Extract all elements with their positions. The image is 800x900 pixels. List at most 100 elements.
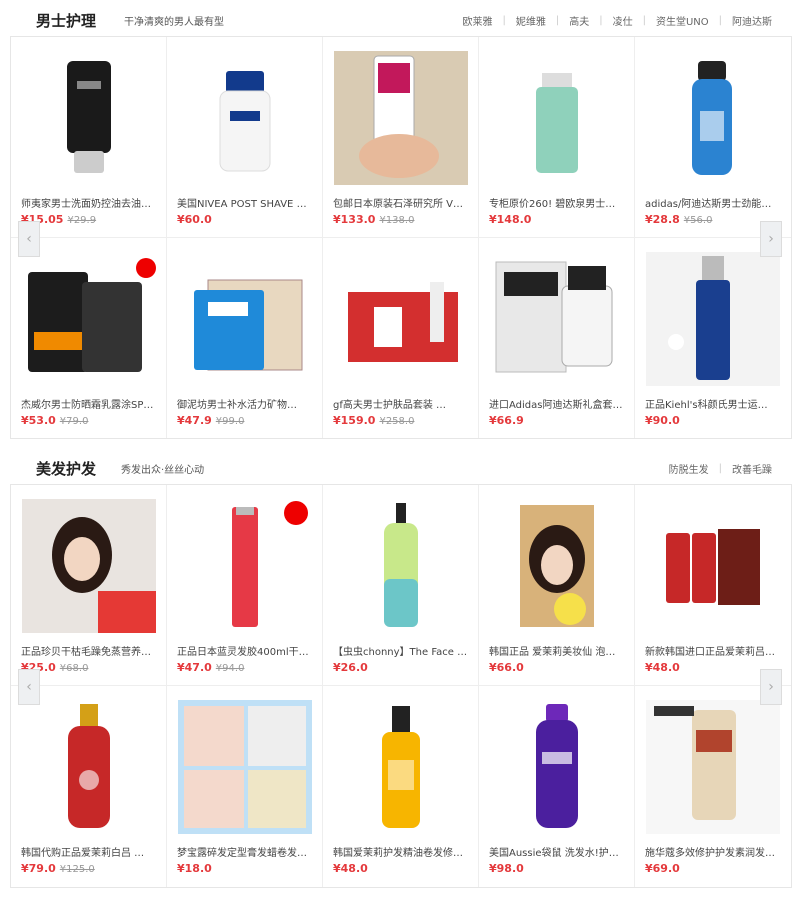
product-prices: ¥25.0 ¥68.0 [21, 661, 156, 674]
prev-arrow-button[interactable]: ‹ [18, 669, 40, 705]
product-image[interactable] [178, 51, 312, 185]
product-card[interactable]: 专柜原价260! 碧欧泉男士… ¥148.0 [479, 37, 635, 238]
product-name[interactable]: 正品珍贝干枯毛躁免蒸营养… [21, 643, 157, 658]
product-prices: ¥66.0 [489, 661, 624, 674]
product-original-price: ¥68.0 [59, 663, 89, 674]
brand-link[interactable]: 改善毛躁 [732, 461, 772, 476]
product-name[interactable]: 进口Adidas阿迪达斯礼盒套… [489, 396, 625, 411]
product-name[interactable]: 专柜原价260! 碧欧泉男士… [489, 195, 625, 210]
product-image[interactable] [334, 499, 468, 633]
product-card[interactable]: 正品Kiehl's科颜氏男士运… ¥90.0 [635, 238, 791, 439]
next-arrow-button[interactable]: › [760, 221, 782, 257]
product-card[interactable]: 施华蔻多效修护护发素润发… ¥69.0 [635, 686, 791, 887]
product-name[interactable]: 美国Aussie袋鼠 洗发水!护… [489, 844, 625, 859]
prev-arrow-button[interactable]: ‹ [18, 221, 40, 257]
product-card[interactable]: 韩国代购正品爱茉莉白吕 … ¥79.0 ¥125.0 [11, 686, 167, 887]
brand-link[interactable]: 阿迪达斯 [732, 13, 772, 28]
product-name[interactable]: 正品Kiehl's科颜氏男士运… [645, 396, 781, 411]
product-name[interactable]: 韩国代购正品爱茉莉白吕 … [21, 844, 157, 859]
product-price: ¥48.0 [645, 661, 680, 674]
product-name[interactable]: 韩国爱茉莉护发精油卷发修… [333, 844, 469, 859]
product-card[interactable]: 包邮日本原装石泽研究所 V… ¥133.0 ¥138.0 [323, 37, 479, 238]
brand-link[interactable]: 妮维雅 [516, 13, 546, 28]
product-image[interactable] [646, 700, 780, 834]
product-price: ¥47.9 [177, 413, 212, 427]
section-hair-care: 美发护发 秀发出众·丝丝心动 防脱生发 | 改善毛躁 正品珍贝干枯毛躁免蒸营养… ¥… [0, 448, 800, 888]
brand-link[interactable]: 高夫 [569, 13, 589, 28]
product-name[interactable]: 包邮日本原装石泽研究所 V… [333, 195, 469, 210]
product-card[interactable]: 梦宝露碎发定型膏发蜡卷发… ¥18.0 [167, 686, 323, 887]
product-prices: ¥69.0 [645, 862, 781, 875]
product-name[interactable]: 师夷家男士洗面奶控油去油… [21, 195, 157, 210]
product-name[interactable]: 梦宝露碎发定型膏发蜡卷发… [177, 844, 313, 859]
product-image[interactable] [334, 252, 468, 386]
product-image[interactable] [22, 700, 156, 834]
product-card[interactable]: 韩国正品 爱茉莉美妆仙 泡… ¥66.0 [479, 485, 635, 686]
product-image[interactable] [178, 499, 312, 633]
product-name[interactable]: 韩国正品 爱茉莉美妆仙 泡… [489, 643, 625, 658]
product-card[interactable]: gf高夫男士护肤品套装 … ¥159.0 ¥258.0 [323, 237, 479, 438]
product-image[interactable] [646, 51, 780, 185]
product-card[interactable]: 正品珍贝干枯毛躁免蒸营养… ¥25.0 ¥68.0 [11, 485, 167, 686]
product-prices: ¥159.0 ¥258.0 [333, 414, 468, 427]
product-image[interactable] [22, 51, 156, 185]
brand-link[interactable]: 欧莱雅 [462, 13, 492, 28]
product-name[interactable]: 【虫虫chonny】The Face S… [333, 643, 469, 658]
product-name[interactable]: 新款韩国进口正品爱茉莉吕… [645, 643, 781, 658]
product-image[interactable] [490, 499, 624, 633]
brand-link[interactable]: 凌仕 [613, 13, 633, 28]
product-prices: ¥79.0 ¥125.0 [21, 862, 156, 875]
product-card[interactable]: 美国NIVEA POST SHAVE BAL… ¥60.0 [167, 37, 323, 238]
product-prices: ¥53.0 ¥79.0 [21, 414, 156, 427]
product-image[interactable] [177, 700, 312, 834]
product-image[interactable] [22, 252, 156, 386]
product-price: ¥53.0 [21, 413, 56, 427]
product-card[interactable]: adidas/阿迪达斯男士劲能香波沐浴… ¥28.8¥56.0 [635, 37, 791, 238]
next-arrow-button[interactable]: › [760, 669, 782, 705]
product-image[interactable] [490, 51, 624, 185]
product-card[interactable]: 杰威尔男士防晒霜乳露涂SP… ¥53.0 ¥79.0 [11, 237, 167, 438]
product-grid: 师夷家男士洗面奶控油去油… ¥15.05 ¥29.9 美国NIVEA POST SHA… [10, 36, 792, 439]
product-card[interactable]: 进口Adidas阿迪达斯礼盒套… ¥66.9 [479, 237, 635, 438]
product-image[interactable] [334, 700, 468, 834]
product-card[interactable]: 师夷家男士洗面奶控油去油… ¥15.05 ¥29.9 [11, 37, 167, 238]
product-original-price: ¥94.0 [215, 663, 245, 674]
product-card[interactable]: 韩国爱茉莉护发精油卷发修… ¥48.0 [323, 686, 479, 887]
product-prices: ¥66.9 [489, 414, 624, 427]
product-prices: ¥15.05 ¥29.9 [21, 213, 156, 226]
product-name[interactable]: adidas/阿迪达斯男士劲能香波沐浴… [645, 195, 781, 210]
product-prices: ¥98.0 [489, 862, 624, 875]
product-image[interactable] [178, 252, 312, 386]
product-image[interactable] [333, 51, 468, 185]
product-image[interactable] [490, 252, 624, 386]
product-name[interactable]: 御泥坊男士补水活力矿物… [177, 396, 313, 411]
product-original-price: ¥125.0 [59, 864, 95, 875]
product-card[interactable]: 新款韩国进口正品爱茉莉吕… ¥48.0 [635, 485, 791, 686]
brand-link[interactable]: 资生堂UNO [656, 13, 709, 28]
product-image[interactable] [646, 251, 780, 386]
brand-link[interactable]: 防脱生发 [669, 461, 709, 476]
product-card[interactable]: 美国Aussie袋鼠 洗发水!护… ¥98.0 [479, 686, 635, 887]
product-price: ¥28.8 [645, 213, 680, 226]
product-grid: 正品珍贝干枯毛躁免蒸营养… ¥25.0 ¥68.0 正品日本蓝灵发胶400ml干… ¥4… [10, 484, 792, 888]
product-card[interactable]: 御泥坊男士补水活力矿物… ¥47.9 ¥99.0 [167, 237, 323, 438]
product-name[interactable]: gf高夫男士护肤品套装 … [333, 396, 469, 411]
product-price: ¥47.0 [177, 661, 212, 674]
product-original-price: ¥29.9 [67, 215, 97, 226]
product-price: ¥18.0 [177, 862, 212, 875]
product-card[interactable]: 正品日本蓝灵发胶400ml干… ¥47.0 ¥94.0 [167, 485, 323, 686]
product-name[interactable]: 美国NIVEA POST SHAVE BAL… [177, 195, 313, 210]
product-card[interactable]: 【虫虫chonny】The Face S… ¥26.0 [323, 485, 479, 686]
product-price: ¥159.0 [333, 413, 376, 427]
product-image[interactable] [21, 499, 156, 633]
product-name[interactable]: 杰威尔男士防晒霜乳露涂SP… [21, 396, 157, 411]
product-original-price: ¥138.0 [379, 215, 415, 226]
section-subtitle: 秀发出众·丝丝心动 [121, 465, 205, 476]
product-image[interactable] [490, 700, 624, 834]
product-name[interactable]: 正品日本蓝灵发胶400ml干… [177, 643, 313, 658]
product-image[interactable] [646, 499, 780, 633]
product-prices: ¥47.0 ¥94.0 [177, 661, 312, 674]
product-price: ¥79.0 [21, 862, 56, 875]
product-name[interactable]: 施华蔻多效修护护发素润发… [645, 844, 781, 859]
product-price: ¥148.0 [489, 213, 532, 226]
